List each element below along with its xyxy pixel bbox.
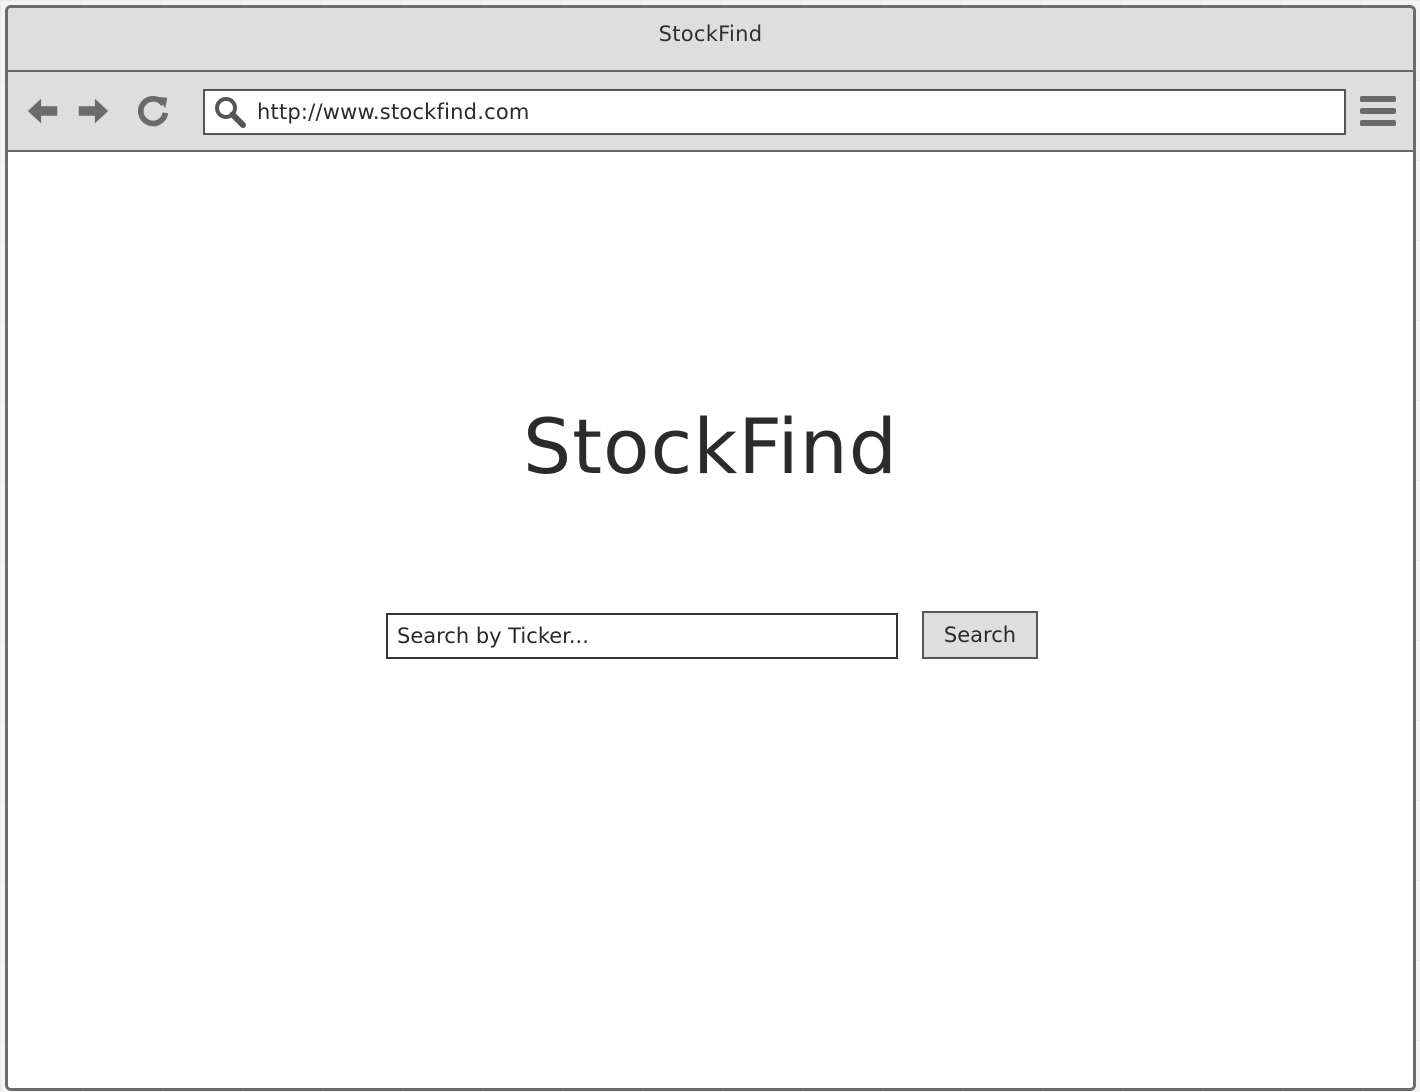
- search-icon: [213, 95, 247, 129]
- reload-icon[interactable]: [134, 92, 172, 130]
- page-content: StockFind Search: [8, 152, 1413, 1088]
- address-url[interactable]: http://www.stockfind.com: [257, 91, 530, 133]
- address-bar[interactable]: http://www.stockfind.com: [203, 89, 1346, 135]
- search-button[interactable]: Search: [922, 611, 1038, 659]
- ticker-search-input[interactable]: [386, 613, 898, 659]
- window-title: StockFind: [658, 22, 763, 46]
- back-arrow-icon[interactable]: [24, 92, 62, 130]
- browser-toolbar: http://www.stockfind.com: [8, 72, 1413, 152]
- browser-window: StockFind http://www.stockfind.com Stock…: [5, 5, 1416, 1091]
- title-bar: StockFind: [8, 8, 1413, 72]
- forward-arrow-icon[interactable]: [74, 92, 112, 130]
- site-logo-title: StockFind: [522, 402, 899, 491]
- hamburger-menu-icon[interactable]: [1358, 92, 1398, 130]
